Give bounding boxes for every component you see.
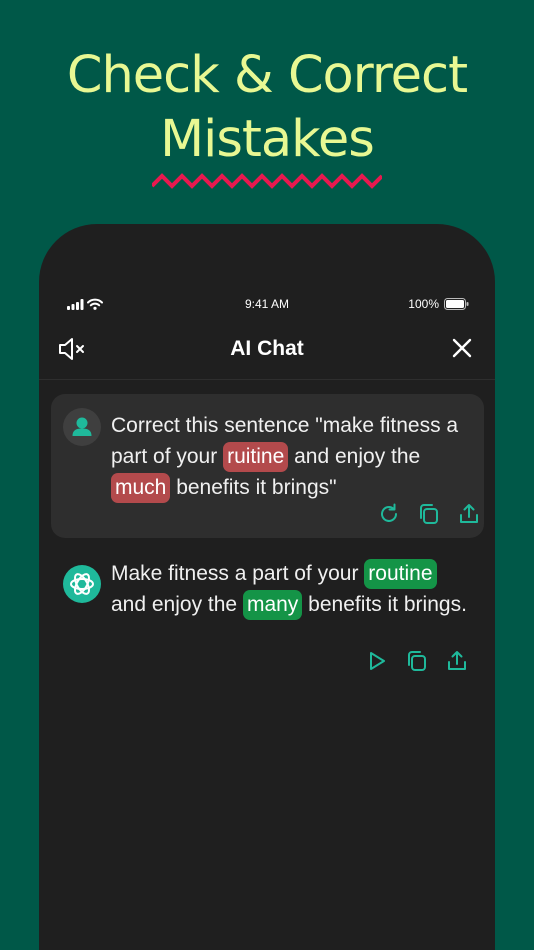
error-highlight: ruitine <box>223 442 289 472</box>
status-bar: 9:41 AM 100% <box>39 297 495 313</box>
headline-line-2: Mistakes <box>160 110 375 169</box>
ai-avatar <box>63 565 101 603</box>
user-message-actions <box>377 502 481 526</box>
text-segment: benefits it brings" <box>176 476 337 499</box>
user-avatar <box>63 408 101 446</box>
ai-message-text: Make fitness a part of your routine and e… <box>111 558 473 620</box>
user-message-text: Correct this sentence "make fitness a pa… <box>111 410 473 503</box>
phone-frame: 9:41 AM 100% AI Chat Correct this senten… <box>39 224 495 950</box>
user-message-bubble: Correct this sentence "make fitness a pa… <box>51 394 484 538</box>
close-icon[interactable] <box>450 336 474 360</box>
copy-icon[interactable] <box>405 649 429 673</box>
text-segment: and enjoy the <box>294 445 421 468</box>
zigzag-underline <box>152 173 382 189</box>
text-segment: benefits it brings. <box>308 593 467 616</box>
nav-bar: AI Chat <box>39 324 495 380</box>
battery-icon <box>444 298 469 310</box>
correction-highlight: many <box>242 590 303 620</box>
app-store-screenshot: Check & Correct Mistakes 9:41 AM 100% AI… <box>0 0 534 950</box>
user-icon <box>72 417 92 436</box>
text-segment: and enjoy the <box>111 593 238 616</box>
play-icon[interactable] <box>365 649 389 673</box>
page-title: AI Chat <box>230 337 304 360</box>
share-icon[interactable] <box>457 502 481 526</box>
headline: Check & Correct Mistakes <box>0 44 534 172</box>
share-icon[interactable] <box>445 649 469 673</box>
error-highlight: much <box>111 473 171 503</box>
battery-percent: 100% <box>408 297 439 311</box>
openai-logo-icon <box>70 573 94 595</box>
copy-icon[interactable] <box>417 502 441 526</box>
correction-highlight: routine <box>364 559 437 589</box>
text-segment: Make fitness a part of your <box>111 562 359 585</box>
refresh-icon[interactable] <box>377 502 401 526</box>
headline-line-1: Check & Correct <box>66 46 468 105</box>
ai-message-actions <box>365 649 469 673</box>
